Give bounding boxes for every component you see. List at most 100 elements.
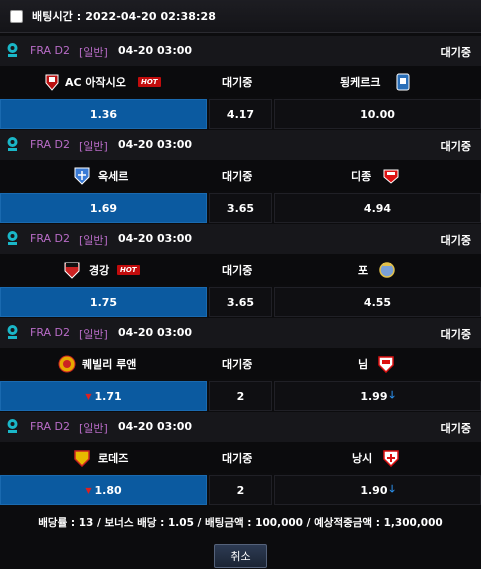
home-odd-button[interactable]: ▼ 1.71 [0, 381, 207, 411]
mid-status: 대기중 [222, 264, 253, 277]
away-team-name: 낭시 [352, 452, 373, 465]
home-odd-button[interactable]: ▼ 1.80 [0, 475, 207, 505]
away-odd-button[interactable]: 4.55 [274, 287, 481, 317]
match-header: FRA D2 [일반] 04-20 03:00 대기중 [0, 412, 481, 442]
bet-summary: 배당률 : 13 / 보너스 배당 : 1.05 / 배팅금액 : 100,00… [38, 517, 443, 529]
home-team-name: 옥세르 [98, 170, 129, 183]
league-name: FRA D2 [30, 232, 71, 245]
odds-row: 1.36 4.17 10.00 [0, 99, 481, 129]
away-odd-value: 4.94 [363, 201, 392, 215]
away-team-name: 님 [358, 358, 369, 371]
quevilly-logo-icon [58, 355, 76, 373]
away-team-name: 디종 [351, 170, 372, 183]
home-team-name: 경강 [89, 264, 110, 277]
match-card: FRA D2 [일반] 04-20 03:00 대기중 경강 HOT 대기중 포… [0, 224, 481, 320]
draw-odd-value: 3.65 [226, 201, 255, 215]
draw-odd-button[interactable]: 2 [209, 475, 272, 505]
match-time: 04-20 03:00 [118, 420, 193, 433]
match-status: 대기중 [440, 328, 471, 341]
draw-odd-value: 4.17 [226, 107, 255, 121]
rodez-logo-icon [74, 450, 90, 467]
home-team-name: 로데즈 [98, 452, 129, 465]
odds-row: ▼ 1.71 2 1.99 🡓 [0, 381, 481, 411]
draw-odd-button[interactable]: 4.17 [209, 99, 272, 129]
match-time: 04-20 03:00 [118, 44, 193, 57]
odds-down-icon: ▼ [85, 485, 92, 495]
home-odd-value: 1.80 [94, 483, 122, 497]
dunkerque-logo-icon [396, 73, 410, 91]
draw-odd-value: 3.65 [226, 295, 255, 309]
match-card: FRA D2 [일반] 04-20 03:00 대기중 옥세르 대기중 디종 1… [0, 130, 481, 226]
dijon-logo-icon [383, 169, 399, 184]
odds-row: 1.75 3.65 4.55 [0, 287, 481, 317]
match-card: FRA D2 [일반] 04-20 03:00 대기중 로데즈 대기중 낭시 ▼… [0, 412, 481, 508]
ac-ajaccio-logo-icon [45, 74, 59, 91]
ligue2-icon [7, 43, 18, 57]
ligue2-icon [7, 419, 18, 433]
mid-status: 대기중 [222, 358, 253, 371]
home-odd-value: 1.75 [89, 295, 118, 309]
ligue2-icon [7, 325, 18, 339]
home-team-name: 퀘빌리 루앤 [82, 358, 137, 371]
draw-odd-button[interactable]: 2 [209, 381, 272, 411]
match-time: 04-20 03:00 [118, 232, 193, 245]
bet-header: 배팅시간 : 2022-04-20 02:38:28 [0, 0, 481, 33]
draw-odd-button[interactable]: 3.65 [209, 193, 272, 223]
away-odd-button[interactable]: 4.94 [274, 193, 481, 223]
bet-type: [일반] [79, 422, 108, 435]
match-header: FRA D2 [일반] 04-20 03:00 대기중 [0, 36, 481, 66]
teams-row: 경강 HOT 대기중 포 [0, 254, 481, 285]
draw-odd-button[interactable]: 3.65 [209, 287, 272, 317]
odds-row: 1.69 3.65 4.94 [0, 193, 481, 223]
hot-badge: HOT [138, 77, 161, 87]
match-card: FRA D2 [일반] 04-20 03:00 대기중 퀘빌리 루앤 대기중 님… [0, 318, 481, 414]
odds-down-arrow-icon: 🡓 [389, 389, 395, 401]
ligue2-icon [7, 231, 18, 245]
teams-row: 퀘빌리 루앤 대기중 님 [0, 348, 481, 379]
away-odd-button[interactable]: 1.90 🡓 [274, 475, 481, 505]
match-header: FRA D2 [일반] 04-20 03:00 대기중 [0, 130, 481, 160]
draw-odd-value: 2 [236, 389, 245, 403]
away-team-name: 포 [358, 264, 369, 277]
match-status: 대기중 [440, 422, 471, 435]
draw-odd-value: 2 [236, 483, 245, 497]
bet-type: [일반] [79, 328, 108, 341]
match-header: FRA D2 [일반] 04-20 03:00 대기중 [0, 224, 481, 254]
home-odd-button[interactable]: 1.36 [0, 99, 207, 129]
away-odd-button[interactable]: 10.00 [274, 99, 481, 129]
league-name: FRA D2 [30, 326, 71, 339]
away-odd-value: 10.00 [360, 107, 395, 121]
bet-type: [일반] [79, 46, 108, 59]
home-odd-button[interactable]: 1.75 [0, 287, 207, 317]
match-card: FRA D2 [일반] 04-20 03:00 대기중 AC 아작시오 HOT … [0, 36, 481, 132]
odds-down-arrow-icon: 🡓 [389, 483, 395, 495]
home-team-name: AC 아작시오 [65, 76, 126, 89]
bet-type: [일반] [79, 234, 108, 247]
mid-status: 대기중 [222, 452, 253, 465]
league-name: FRA D2 [30, 420, 71, 433]
ligue2-icon [7, 137, 18, 151]
select-all-checkbox[interactable] [10, 9, 23, 23]
nancy-logo-icon [383, 450, 399, 467]
home-odd-value: 1.71 [94, 389, 122, 403]
bet-time-label: 배팅시간 : 2022-04-20 02:38:28 [32, 10, 217, 23]
away-odd-button[interactable]: 1.99 🡓 [274, 381, 481, 411]
league-name: FRA D2 [30, 44, 71, 57]
match-status: 대기중 [440, 140, 471, 153]
league-name: FRA D2 [30, 138, 71, 151]
pau-logo-icon [379, 262, 395, 278]
match-status: 대기중 [440, 46, 471, 59]
mid-status: 대기중 [222, 76, 253, 89]
home-odd-value: 1.36 [89, 107, 118, 121]
hot-badge: HOT [117, 265, 140, 275]
away-team-name: 됭케르크 [340, 76, 381, 89]
away-odd-value: 1.90 [360, 483, 388, 497]
home-odd-button[interactable]: 1.69 [0, 193, 207, 223]
home-odd-value: 1.69 [89, 201, 118, 215]
bet-type: [일반] [79, 140, 108, 153]
match-status: 대기중 [440, 234, 471, 247]
guingamp-logo-icon [64, 262, 80, 279]
cancel-button[interactable]: 취소 [214, 544, 267, 568]
teams-row: AC 아작시오 HOT 대기중 됭케르크 [0, 66, 481, 97]
away-odd-value: 1.99 [360, 389, 388, 403]
